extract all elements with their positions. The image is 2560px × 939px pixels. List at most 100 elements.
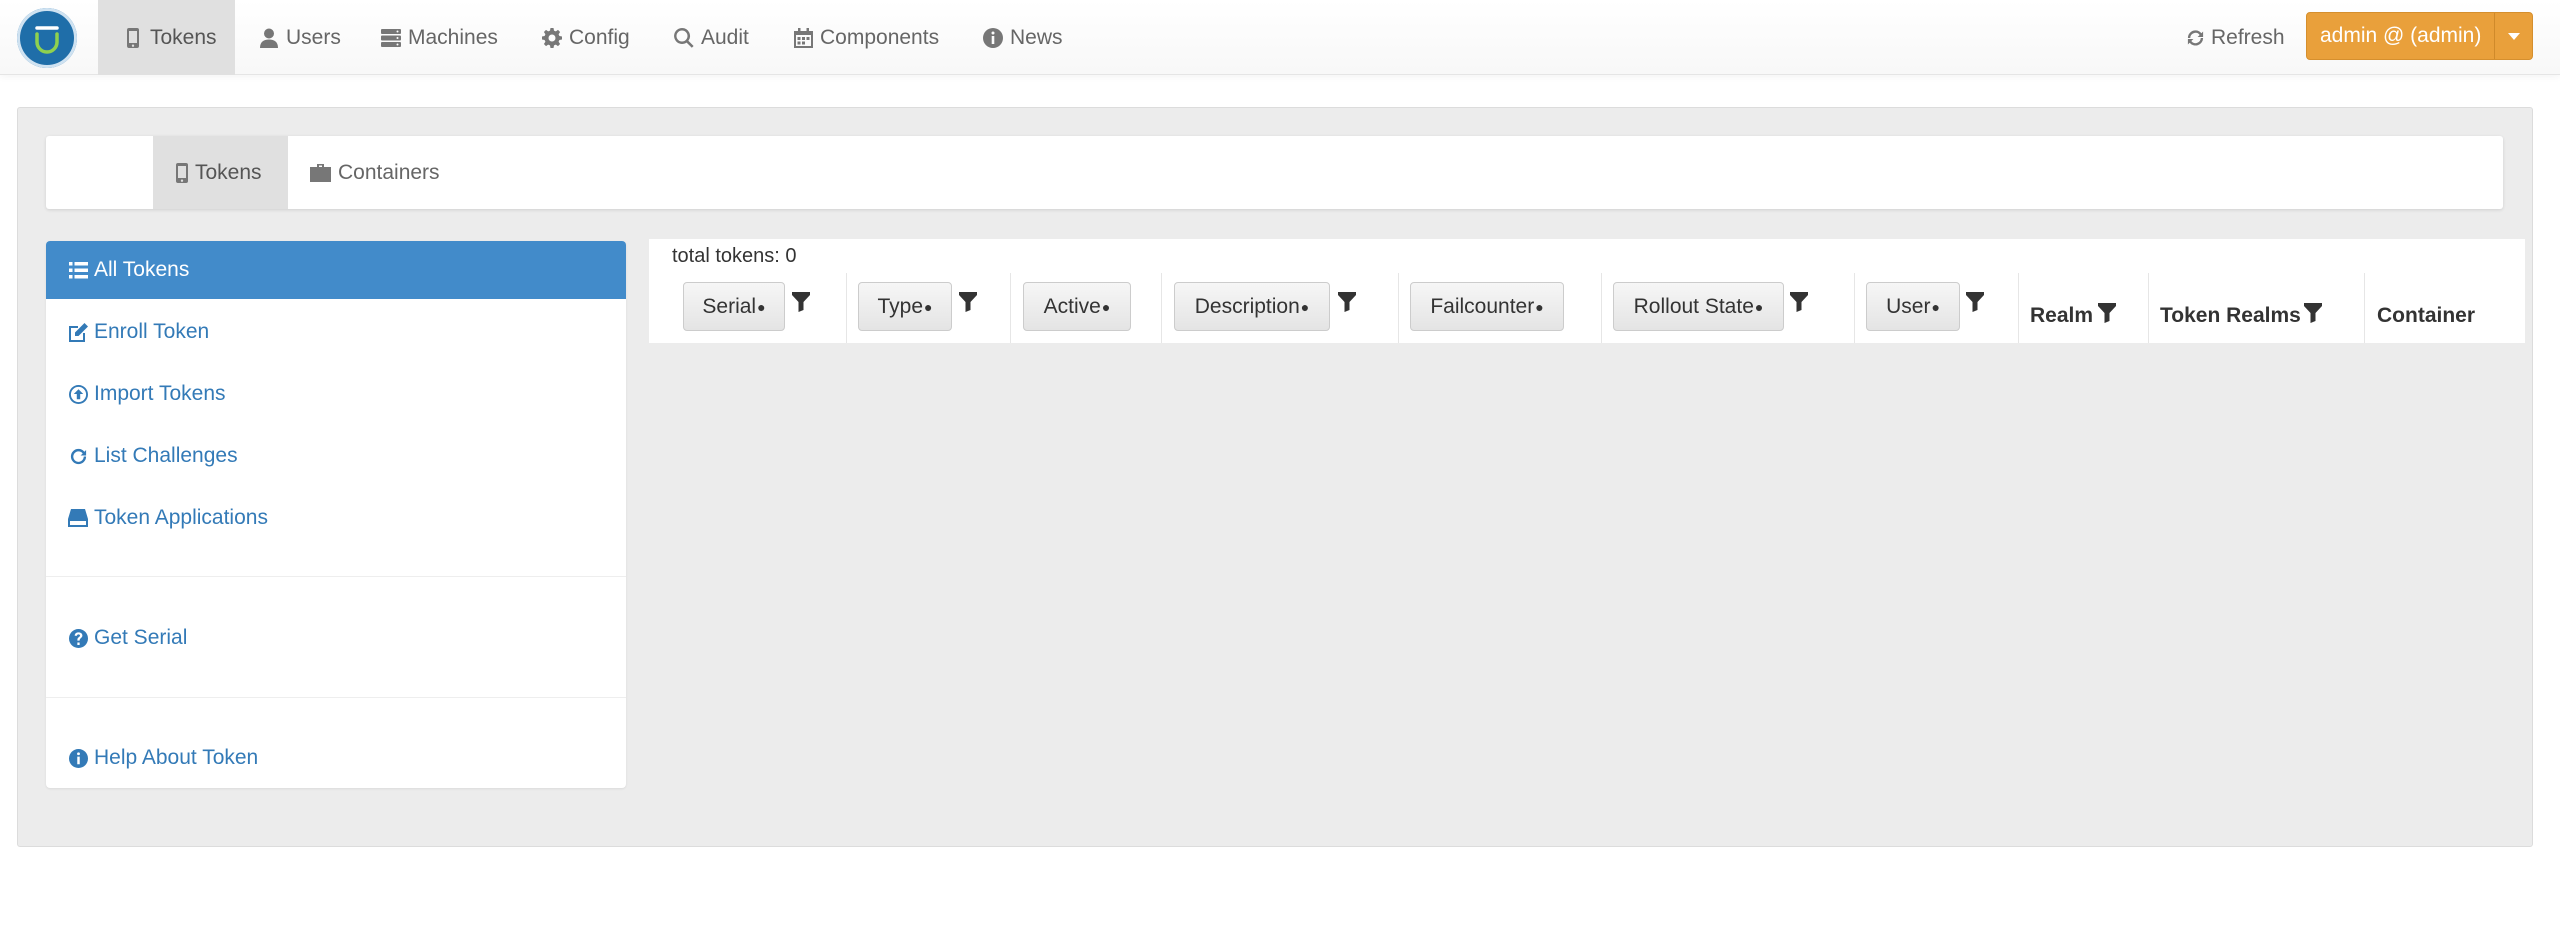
nav-tokens-label: Tokens: [150, 25, 217, 49]
gear-icon: [541, 27, 563, 49]
sidebar-item-token-applications[interactable]: Token Applications: [46, 489, 626, 547]
sort-indicator-icon: ●: [1754, 298, 1764, 315]
upload-circle-icon: [68, 384, 88, 404]
tab-tokens[interactable]: Tokens: [153, 136, 288, 209]
sidebar-item-label: All Tokens: [94, 258, 190, 281]
sort-indicator-icon: ●: [1101, 298, 1111, 315]
sidebar-item-enroll-token[interactable]: Enroll Token: [46, 303, 626, 361]
hdd-icon: [68, 509, 88, 527]
user-menu-label: admin @ (admin): [2319, 24, 2482, 47]
briefcase-icon: [310, 163, 331, 182]
column-header-realm: Realm: [2030, 304, 2094, 327]
sidebar-item-label: Help About Token: [94, 746, 259, 769]
nav-components-label: Components: [820, 25, 940, 49]
total-tokens-count: total tokens: 0: [672, 245, 797, 267]
column-divider: [846, 273, 847, 343]
nav-components[interactable]: Components: [792, 0, 939, 75]
column-header-description: Description: [1194, 294, 1300, 318]
token-sub-navbar: Tokens Containers: [46, 136, 2503, 209]
user-menu-button[interactable]: admin @ (admin): [2306, 12, 2533, 60]
column-divider: [1601, 273, 1602, 343]
tab-containers-label: Containers: [338, 160, 440, 184]
filter-serial-icon[interactable]: [792, 292, 810, 312]
caret-down-icon: [2507, 32, 2520, 40]
sort-indicator-icon: ●: [1931, 298, 1940, 315]
column-divider: [1010, 273, 1011, 343]
nav-machines[interactable]: Machines: [380, 0, 498, 75]
user-menu-dropdown-toggle[interactable]: [2494, 13, 2532, 59]
column-header-token-realms: Token Realms: [2160, 304, 2301, 327]
sidebar-item-help-about-token[interactable]: Help About Token: [46, 729, 626, 787]
calendar-icon: [792, 27, 814, 49]
sort-indicator-icon: ●: [1300, 298, 1310, 315]
column-header-rollout-state: Rollout State: [1633, 294, 1754, 318]
nav-news[interactable]: News: [982, 0, 1063, 75]
column-header-active: Active: [1043, 294, 1101, 318]
info-circle-icon: [982, 27, 1004, 49]
refresh-icon: [2186, 28, 2205, 48]
sort-failcounter-button[interactable]: Failcounter ●: [1410, 282, 1564, 331]
column-divider: [1161, 273, 1162, 343]
column-header-container: Container: [2377, 304, 2476, 327]
token-table: total tokens: 0 Serial ● Type ● Active ● De…: [649, 239, 2525, 343]
sidebar-item-label: List Challenges: [94, 444, 238, 467]
sidebar-item-get-serial[interactable]: Get Serial: [46, 609, 626, 667]
tab-containers[interactable]: Containers: [310, 136, 440, 209]
privacyidea-logo[interactable]: [17, 8, 77, 68]
nav-config-label: Config: [569, 25, 630, 49]
filter-type-icon[interactable]: [959, 292, 977, 312]
question-circle-icon: [68, 628, 88, 648]
refresh-icon: [68, 447, 88, 466]
sort-serial-button[interactable]: Serial ●: [683, 282, 785, 331]
nav-audit[interactable]: Audit: [673, 0, 749, 75]
list-icon: [68, 261, 88, 279]
column-divider: [2018, 273, 2019, 343]
tab-tokens-label: Tokens: [195, 160, 262, 184]
sort-active-button[interactable]: Active ●: [1023, 282, 1131, 331]
nav-machines-label: Machines: [408, 25, 498, 49]
token-sidebar: All Tokens Enroll Token Import Tokens Li…: [46, 241, 626, 788]
search-icon: [673, 27, 695, 49]
sidebar-item-label: Token Applications: [94, 506, 268, 529]
sidebar-item-list-challenges[interactable]: List Challenges: [46, 427, 626, 485]
sort-user-button[interactable]: User ●: [1866, 282, 1960, 331]
sidebar-item-import-tokens[interactable]: Import Tokens: [46, 365, 626, 423]
refresh-button[interactable]: Refresh: [2186, 0, 2285, 75]
edit-icon: [68, 322, 88, 342]
column-divider: [2148, 273, 2149, 343]
sort-indicator-icon: ●: [1535, 298, 1544, 315]
server-icon: [380, 27, 402, 49]
column-header-serial: Serial: [702, 294, 757, 318]
column-divider: [1398, 273, 1399, 343]
top-navbar: Tokens Users Machines Config Audit Compo…: [0, 0, 2560, 75]
filter-token-realms-icon[interactable]: [2304, 303, 2322, 323]
nav-users[interactable]: Users: [258, 0, 341, 75]
nav-config[interactable]: Config: [541, 0, 630, 75]
nav-tokens[interactable]: Tokens: [98, 0, 235, 75]
filter-realm-icon[interactable]: [2098, 303, 2116, 323]
sort-indicator-icon: ●: [924, 298, 933, 315]
nav-audit-label: Audit: [701, 25, 749, 49]
sort-rollout-state-button[interactable]: Rollout State ●: [1613, 282, 1784, 331]
sidebar-divider: [46, 697, 626, 698]
sort-type-button[interactable]: Type ●: [858, 282, 952, 331]
nav-users-label: Users: [286, 25, 341, 49]
filter-rollout-state-icon[interactable]: [1790, 292, 1808, 312]
user-icon: [258, 27, 280, 49]
info-circle-icon: [68, 748, 88, 768]
sort-indicator-icon: ●: [757, 298, 766, 315]
column-header-user: User: [1886, 294, 1931, 318]
sort-description-button[interactable]: Description ●: [1174, 282, 1330, 331]
mobile-icon: [122, 27, 144, 49]
filter-user-icon[interactable]: [1966, 292, 1984, 312]
column-divider: [1854, 273, 1855, 343]
sidebar-item-label: Enroll Token: [94, 320, 210, 343]
sidebar-divider: [46, 576, 626, 577]
sidebar-item-all-tokens[interactable]: All Tokens: [46, 241, 626, 299]
refresh-label: Refresh: [2211, 25, 2285, 49]
sidebar-item-label: Get Serial: [94, 626, 188, 649]
column-divider: [2364, 273, 2365, 343]
column-header-failcounter: Failcounter: [1430, 294, 1535, 318]
filter-description-icon[interactable]: [1338, 292, 1356, 312]
sidebar-item-label: Import Tokens: [94, 382, 226, 405]
